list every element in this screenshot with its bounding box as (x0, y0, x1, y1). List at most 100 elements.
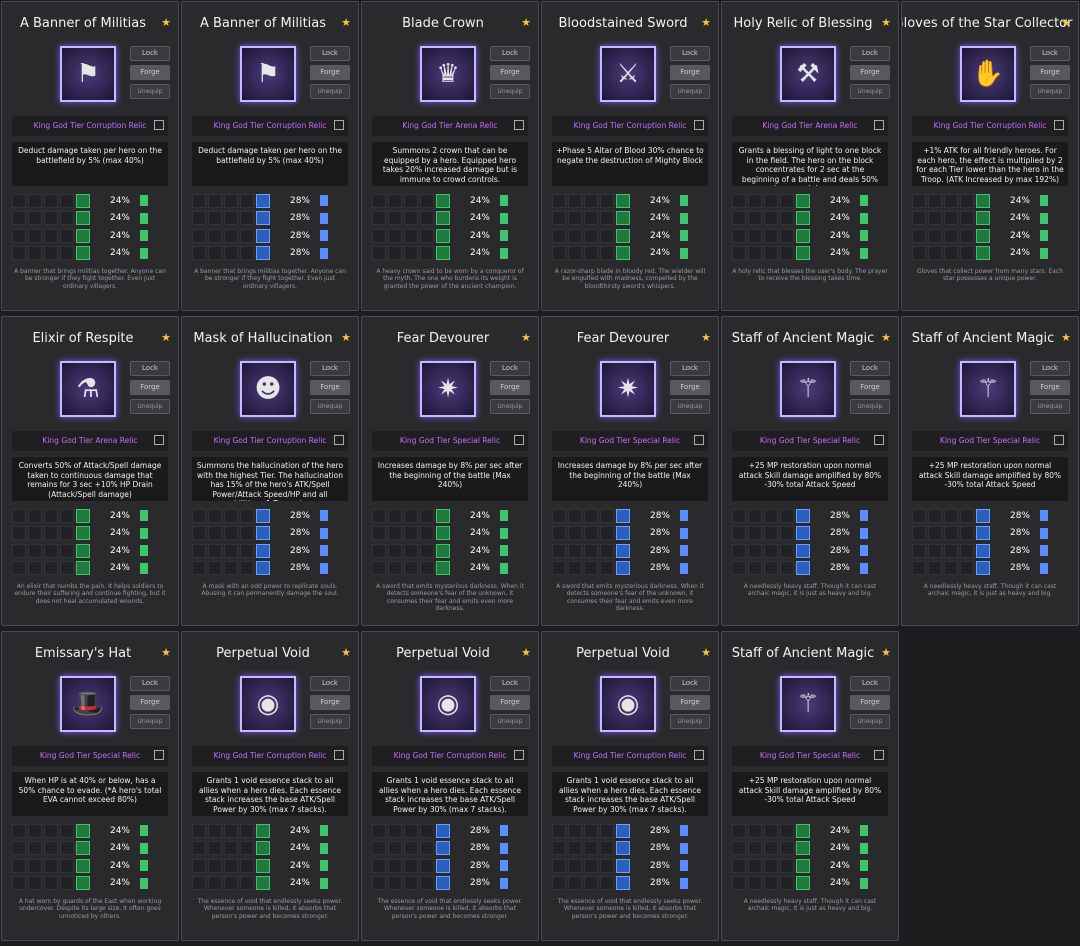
favorite-star-icon[interactable]: ★ (1061, 16, 1071, 29)
lock-button[interactable]: Lock (850, 46, 890, 61)
favorite-star-icon[interactable]: ★ (521, 331, 531, 344)
favorite-star-icon[interactable]: ★ (1061, 331, 1071, 344)
favorite-star-icon[interactable]: ★ (341, 16, 351, 29)
forge-button[interactable]: Forge (130, 65, 170, 80)
favorite-star-icon[interactable]: ★ (521, 16, 531, 29)
external-link-icon[interactable] (154, 435, 164, 445)
lock-button[interactable]: Lock (670, 361, 710, 376)
relic-card[interactable]: Mask of Hallucination ★ ☻ Lock Forge Unequip K… (181, 316, 359, 626)
unequip-button[interactable]: Unequip (130, 714, 170, 729)
favorite-star-icon[interactable]: ★ (161, 331, 171, 344)
unequip-button[interactable]: Unequip (670, 84, 710, 99)
favorite-star-icon[interactable]: ★ (341, 646, 351, 659)
forge-button[interactable]: Forge (670, 695, 710, 710)
forge-button[interactable]: Forge (490, 380, 530, 395)
unequip-button[interactable]: Unequip (490, 714, 530, 729)
forge-button[interactable]: Forge (310, 65, 350, 80)
favorite-star-icon[interactable]: ★ (161, 646, 171, 659)
forge-button[interactable]: Forge (490, 65, 530, 80)
relic-card[interactable]: Staff of Ancient Magic ★ ⚚ Lock Forge Unequip… (721, 316, 899, 626)
forge-button[interactable]: Forge (130, 380, 170, 395)
lock-button[interactable]: Lock (1030, 46, 1070, 61)
unequip-button[interactable]: Unequip (310, 399, 350, 414)
forge-button[interactable]: Forge (670, 380, 710, 395)
lock-button[interactable]: Lock (310, 676, 350, 691)
relic-card[interactable]: Perpetual Void ★ ◉ Lock Forge Unequip King God… (541, 631, 719, 941)
unequip-button[interactable]: Unequip (310, 84, 350, 99)
external-link-icon[interactable] (694, 435, 704, 445)
external-link-icon[interactable] (694, 120, 704, 130)
forge-button[interactable]: Forge (1030, 65, 1070, 80)
unequip-button[interactable]: Unequip (490, 399, 530, 414)
lock-button[interactable]: Lock (310, 46, 350, 61)
favorite-star-icon[interactable]: ★ (161, 16, 171, 29)
lock-button[interactable]: Lock (130, 46, 170, 61)
relic-card[interactable]: Staff of Ancient Magic ★ ⚚ Lock Forge Unequip… (721, 631, 899, 941)
favorite-star-icon[interactable]: ★ (881, 646, 891, 659)
unequip-button[interactable]: Unequip (310, 714, 350, 729)
relic-card[interactable]: Emissary's Hat ★ 🎩 Lock Forge Unequip King God… (1, 631, 179, 941)
relic-card[interactable]: Fear Devourer ★ ✷ Lock Forge Unequip King God … (541, 316, 719, 626)
lock-button[interactable]: Lock (310, 361, 350, 376)
forge-button[interactable]: Forge (850, 380, 890, 395)
unequip-button[interactable]: Unequip (850, 399, 890, 414)
relic-card[interactable]: Gloves of the Star Collector ★ ✋ Lock Forge U… (901, 1, 1079, 311)
unequip-button[interactable]: Unequip (130, 84, 170, 99)
favorite-star-icon[interactable]: ★ (521, 646, 531, 659)
external-link-icon[interactable] (874, 120, 884, 130)
unequip-button[interactable]: Unequip (670, 714, 710, 729)
forge-button[interactable]: Forge (850, 65, 890, 80)
external-link-icon[interactable] (514, 435, 524, 445)
forge-button[interactable]: Forge (310, 695, 350, 710)
favorite-star-icon[interactable]: ★ (881, 331, 891, 344)
forge-button[interactable]: Forge (130, 695, 170, 710)
forge-button[interactable]: Forge (1030, 380, 1070, 395)
lock-button[interactable]: Lock (670, 46, 710, 61)
lock-button[interactable]: Lock (490, 46, 530, 61)
external-link-icon[interactable] (694, 750, 704, 760)
unequip-button[interactable]: Unequip (490, 84, 530, 99)
lock-button[interactable]: Lock (850, 361, 890, 376)
external-link-icon[interactable] (514, 120, 524, 130)
forge-button[interactable]: Forge (490, 695, 530, 710)
external-link-icon[interactable] (874, 435, 884, 445)
favorite-star-icon[interactable]: ★ (701, 16, 711, 29)
relic-card[interactable]: Perpetual Void ★ ◉ Lock Forge Unequip King God… (361, 631, 539, 941)
lock-button[interactable]: Lock (490, 676, 530, 691)
external-link-icon[interactable] (1054, 435, 1064, 445)
external-link-icon[interactable] (154, 750, 164, 760)
unequip-button[interactable]: Unequip (670, 399, 710, 414)
external-link-icon[interactable] (874, 750, 884, 760)
external-link-icon[interactable] (334, 435, 344, 445)
relic-card[interactable]: A Banner of Militias ★ ⚑ Lock Forge Unequip Ki… (1, 1, 179, 311)
forge-button[interactable]: Forge (850, 695, 890, 710)
external-link-icon[interactable] (154, 120, 164, 130)
lock-button[interactable]: Lock (130, 361, 170, 376)
lock-button[interactable]: Lock (490, 361, 530, 376)
external-link-icon[interactable] (514, 750, 524, 760)
forge-button[interactable]: Forge (310, 380, 350, 395)
unequip-button[interactable]: Unequip (1030, 84, 1070, 99)
relic-card[interactable]: Holy Relic of Blessing ★ ⚒ Lock Forge Unequip… (721, 1, 899, 311)
relic-card[interactable]: Perpetual Void ★ ◉ Lock Forge Unequip King God… (181, 631, 359, 941)
unequip-button[interactable]: Unequip (130, 399, 170, 414)
lock-button[interactable]: Lock (130, 676, 170, 691)
unequip-button[interactable]: Unequip (850, 714, 890, 729)
lock-button[interactable]: Lock (1030, 361, 1070, 376)
external-link-icon[interactable] (1054, 120, 1064, 130)
favorite-star-icon[interactable]: ★ (701, 646, 711, 659)
unequip-button[interactable]: Unequip (1030, 399, 1070, 414)
external-link-icon[interactable] (334, 750, 344, 760)
favorite-star-icon[interactable]: ★ (701, 331, 711, 344)
relic-card[interactable]: A Banner of Militias ★ ⚑ Lock Forge Unequip Ki… (181, 1, 359, 311)
relic-card[interactable]: Bloodstained Sword ★ ⚔ Lock Forge Unequip King… (541, 1, 719, 311)
external-link-icon[interactable] (334, 120, 344, 130)
lock-button[interactable]: Lock (670, 676, 710, 691)
relic-card[interactable]: Elixir of Respite ★ ⚗ Lock Forge Unequip King … (1, 316, 179, 626)
relic-card[interactable]: Blade Crown ★ ♛ Lock Forge Unequip King God Ti… (361, 1, 539, 311)
favorite-star-icon[interactable]: ★ (881, 16, 891, 29)
forge-button[interactable]: Forge (670, 65, 710, 80)
relic-card[interactable]: Fear Devourer ★ ✷ Lock Forge Unequip King God … (361, 316, 539, 626)
relic-card[interactable]: Staff of Ancient Magic ★ ⚚ Lock Forge Unequip… (901, 316, 1079, 626)
lock-button[interactable]: Lock (850, 676, 890, 691)
